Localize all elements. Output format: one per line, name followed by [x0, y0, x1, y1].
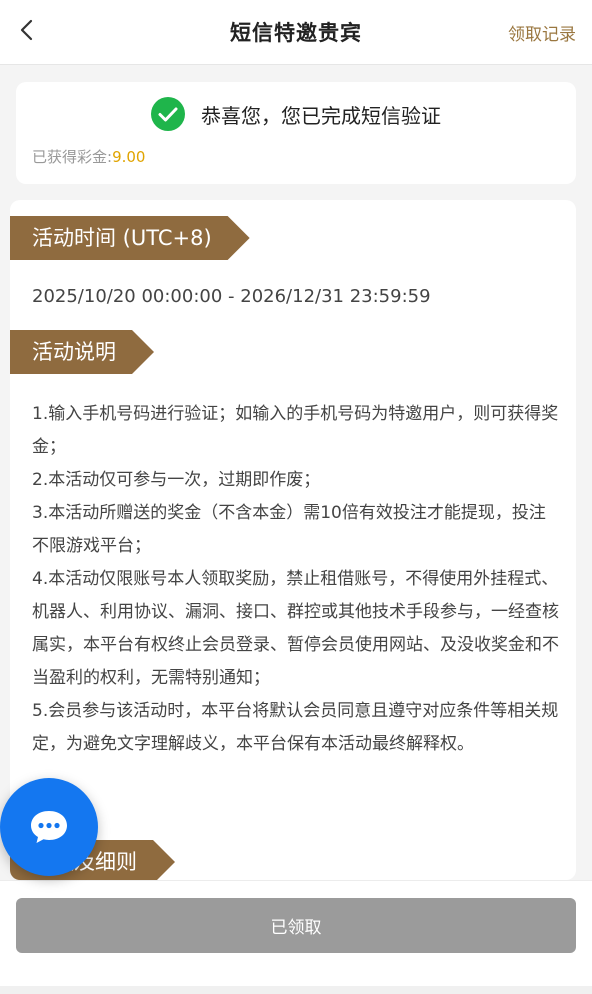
rule-item: 1.输入手机号码进行验证；如输入的手机号码为特邀用户，则可获得奖金；	[32, 404, 559, 457]
activity-time-range: 2025/10/20 00:00:00 - 2026/12/31 23:59:5…	[32, 286, 431, 307]
verification-status-card: 恭喜您，您已完成短信验证 已获得彩金:9.00	[16, 82, 576, 184]
activity-info-card: 活动时间 (UTC+8) 2025/10/20 00:00:00 - 2026/…	[10, 200, 576, 880]
rule-item: 4.本活动仅限账号本人领取奖励，禁止租借账号，不得使用外挂程式、机器人、利用协议…	[32, 569, 559, 688]
chat-bubble-icon	[31, 811, 67, 843]
rule-item: 2.本活动仅可参与一次，过期即作废；	[32, 470, 321, 490]
customer-service-chat-button[interactable]	[0, 778, 98, 876]
bonus-earned-line: 已获得彩金:9.00	[32, 146, 145, 167]
top-nav-bar: 短信特邀贵宾 领取记录	[0, 0, 592, 65]
activity-rules-list: 1.输入手机号码进行验证；如输入的手机号码为特邀用户，则可获得奖金； 2.本活动…	[32, 398, 562, 761]
claimed-button[interactable]: 已领取	[16, 898, 576, 953]
activity-description-tag: 活动说明	[10, 330, 154, 374]
rule-item: 3.本活动所赠送的奖金（不含本金）需10倍有效投注才能提现，投注不限游戏平台；	[32, 503, 546, 556]
verification-status-row: 恭喜您，您已完成短信验证	[16, 96, 576, 132]
bonus-label: 已获得彩金:	[32, 148, 113, 166]
rule-item: 5.会员参与该活动时，本平台将默认会员同意且遵守对应条件等相关规定，为避免文字理…	[32, 701, 559, 754]
activity-time-tag: 活动时间 (UTC+8)	[10, 216, 250, 260]
page-title: 短信特邀贵宾	[230, 21, 362, 45]
claim-history-link[interactable]: 领取记录	[508, 20, 576, 45]
bottom-action-bar: 已领取	[0, 880, 592, 994]
verification-message: 恭喜您，您已完成短信验证	[201, 103, 441, 128]
check-circle-icon	[151, 97, 185, 131]
bonus-amount: 9.00	[112, 148, 146, 166]
